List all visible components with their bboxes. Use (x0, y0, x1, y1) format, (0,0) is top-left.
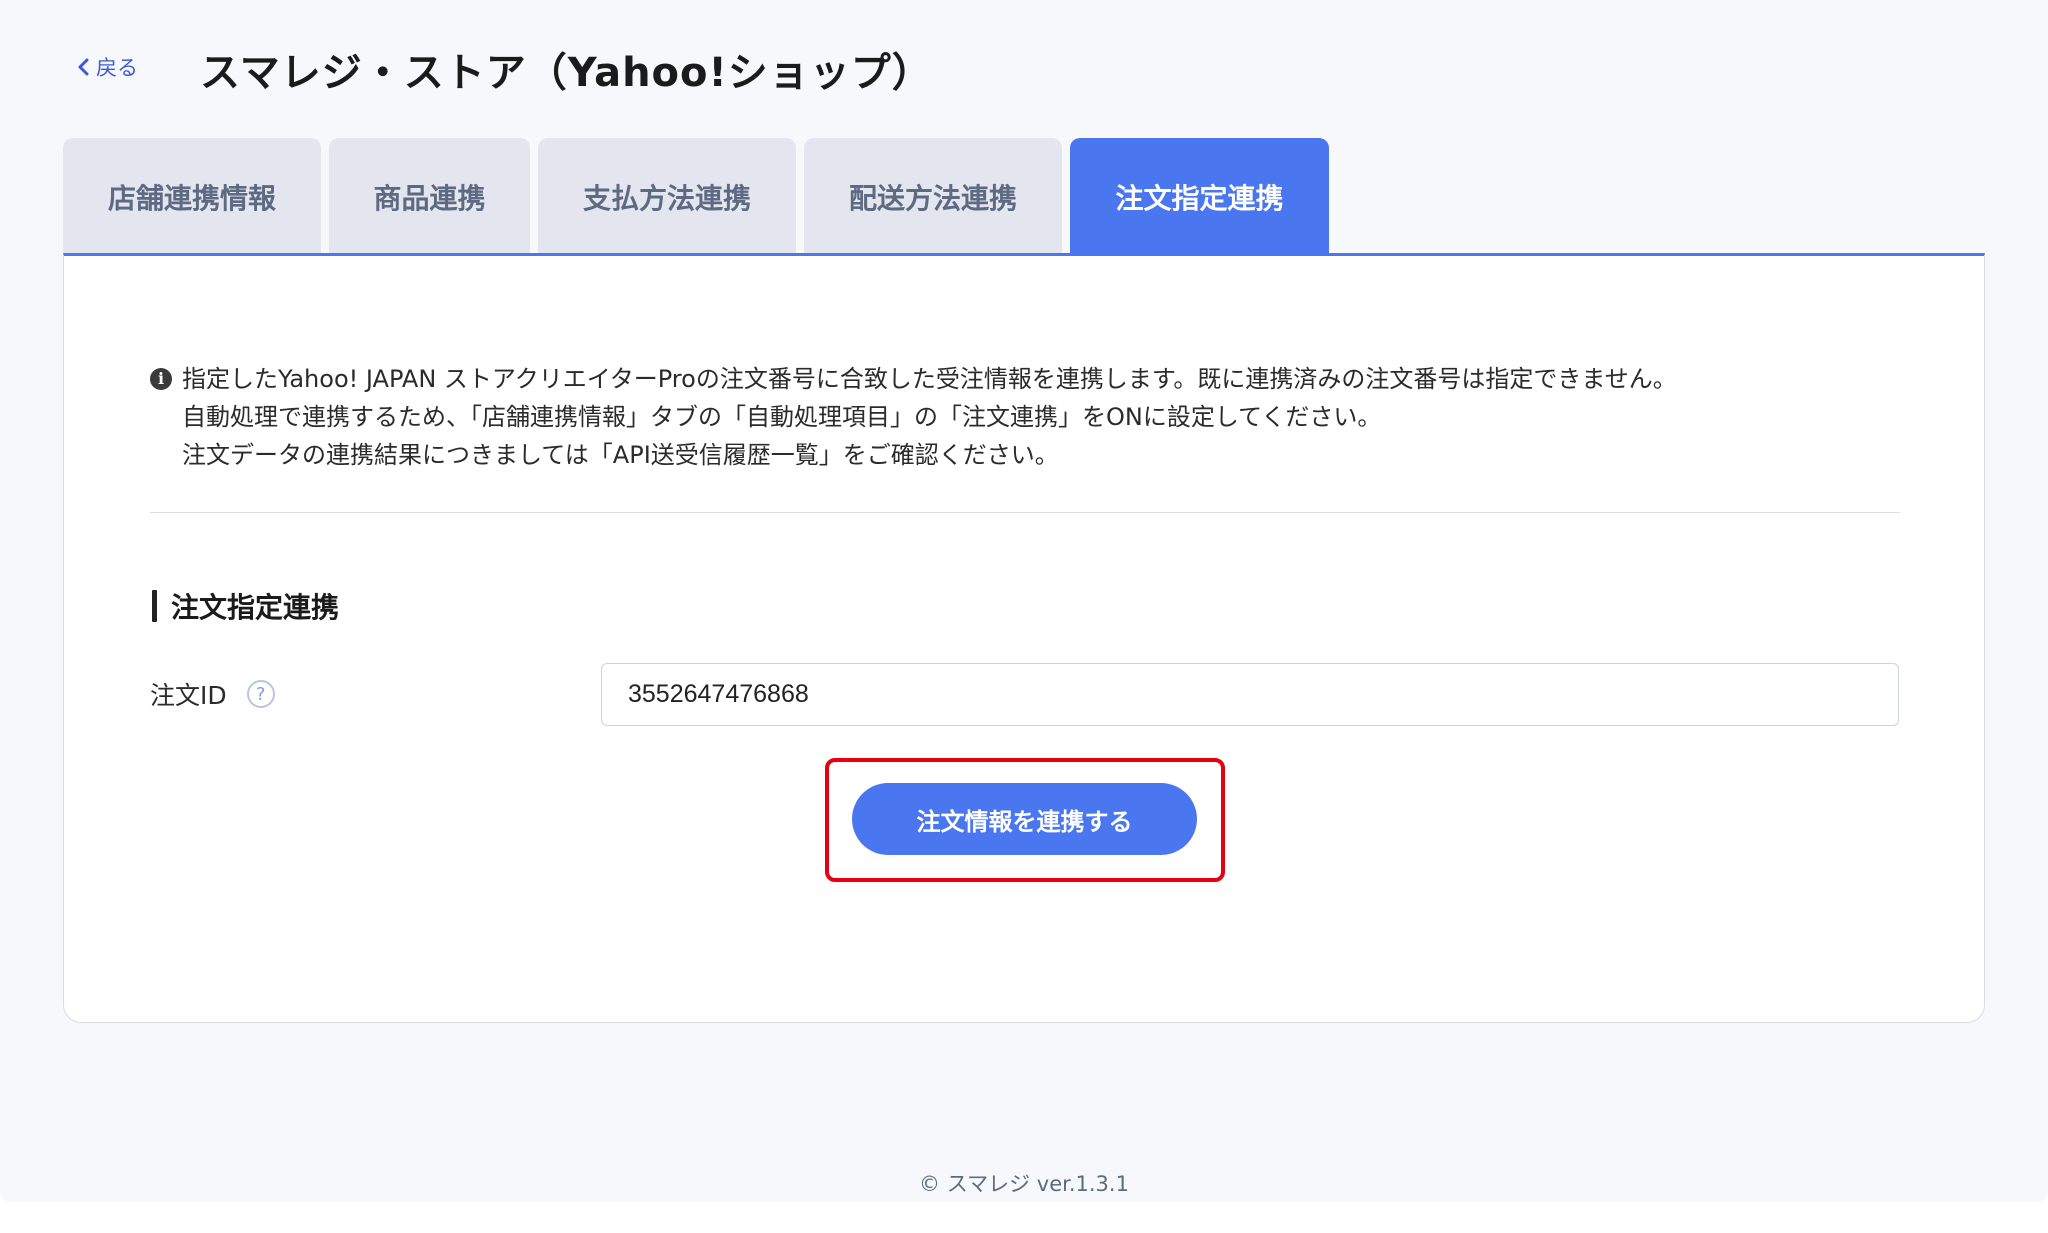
order-id-label: 注文ID ? (150, 676, 275, 712)
info-lines: 指定したYahoo! JAPAN ストアクリエイターProの注文番号に合致した受… (182, 360, 1910, 474)
tab-panel: i 指定したYahoo! JAPAN ストアクリエイターProの注文番号に合致し… (63, 253, 1985, 1023)
tab-product-link[interactable]: 商品連携 (329, 138, 530, 255)
help-icon[interactable]: ? (246, 680, 275, 708)
section-heading-text: 注文指定連携 (171, 591, 340, 624)
tab-shipping-method-link[interactable]: 配送方法連携 (804, 138, 1062, 255)
info-line: 指定したYahoo! JAPAN ストアクリエイターProの注文番号に合致した受… (182, 365, 1677, 393)
tab-order-specified-link[interactable]: 注文指定連携 (1070, 138, 1329, 255)
back-label: 戻る (96, 56, 138, 80)
page-title: スマレジ・ストア（Yahoo!ショップ） (200, 50, 933, 96)
tab-payment-method-link[interactable]: 支払方法連携 (538, 138, 796, 255)
tab-store-link-info[interactable]: 店舗連携情報 (63, 138, 321, 255)
footer: © スマレジ ver.1.3.1 (919, 1172, 1129, 1196)
link-order-button[interactable]: 注文情報を連携する (852, 783, 1197, 855)
chevron-left-icon (78, 58, 89, 76)
app-window: 戻る スマレジ・ストア（Yahoo!ショップ） 店舗連携情報 商品連携 支払方法… (0, 0, 2048, 1202)
section-bar (152, 590, 157, 622)
divider (150, 512, 1900, 513)
info-line: 注文データの連携結果につきましては「API送受信履歴一覧」をご確認ください。 (182, 441, 1059, 469)
tab-bar: 店舗連携情報 商品連携 支払方法連携 配送方法連携 注文指定連携 (63, 138, 1329, 255)
order-id-label-text: 注文ID (150, 681, 227, 710)
info-line: 自動処理で連携するため、「店舗連携情報」タブの「自動処理項目」の「注文連携」をO… (182, 403, 1382, 431)
section-heading: 注文指定連携 (152, 586, 339, 626)
info-message: i 指定したYahoo! JAPAN ストアクリエイターProの注文番号に合致し… (150, 360, 1910, 474)
order-id-input[interactable] (601, 663, 1899, 726)
info-icon: i (150, 368, 172, 390)
back-link[interactable]: 戻る (76, 52, 138, 82)
header: 戻る スマレジ・ストア（Yahoo!ショップ） (0, 0, 2048, 140)
